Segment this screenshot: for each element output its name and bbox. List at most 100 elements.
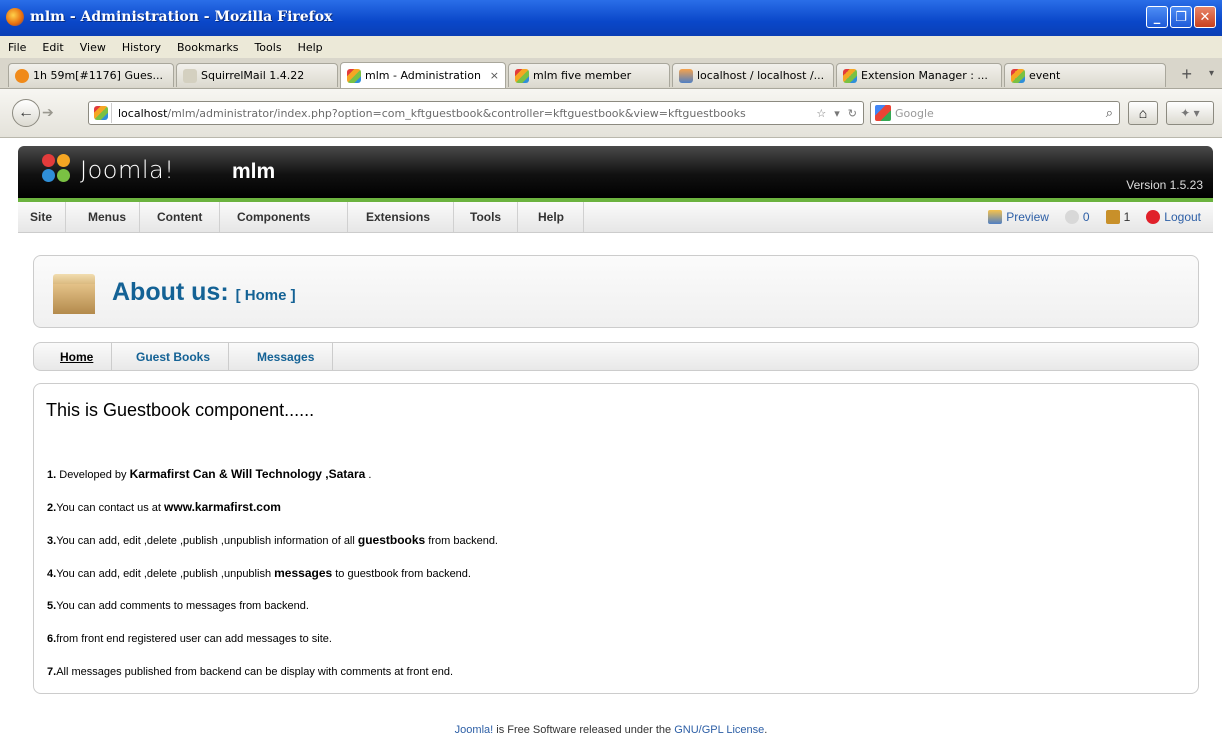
new-tab-button[interactable]: + <box>1181 64 1192 85</box>
menu-edit[interactable]: Edit <box>34 41 71 54</box>
tab-mlm-administration[interactable]: mlm - Administration × <box>340 62 506 88</box>
close-window-button[interactable]: ✕ <box>1194 6 1216 28</box>
squirrelmail-icon <box>183 68 197 83</box>
search-icon[interactable]: ⌕ <box>1106 106 1113 121</box>
menu-history[interactable]: History <box>114 41 169 54</box>
list-item: 1. Developed by Karmafirst Can & Will Te… <box>47 467 372 482</box>
tab-squirrelmail[interactable]: SquirrelMail 1.4.22 <box>176 63 338 87</box>
search-placeholder: Google <box>895 106 934 120</box>
footer-text: is Free Software released under the <box>493 724 675 736</box>
reload-icon[interactable]: ↻ <box>848 107 857 120</box>
tab-strip: 1h 59m[#1176] Gues... SquirrelMail 1.4.2… <box>0 58 1222 89</box>
content-panel: This is Guestbook component...... 1. Dev… <box>33 383 1199 694</box>
history-dropdown-icon[interactable]: ▾ <box>834 107 840 120</box>
admin-menu-components[interactable]: Components <box>220 202 348 232</box>
list-item: 3.You can add, edit ,delete ,publish ,un… <box>47 533 498 548</box>
component-submenu: Home Guest Books Messages <box>33 342 1199 371</box>
submenu-home[interactable]: Home <box>42 343 113 370</box>
firefox-icon <box>6 8 24 26</box>
joomla-link[interactable]: Joomla! <box>455 724 494 736</box>
tab-list-chevron-icon[interactable]: ▾ <box>1209 68 1214 79</box>
tab-close-icon[interactable]: × <box>484 69 499 82</box>
page-header-box: About us: [ Home ] <box>33 255 1199 328</box>
home-button[interactable]: ⌂ <box>1128 101 1158 125</box>
menu-bookmarks[interactable]: Bookmarks <box>169 41 246 54</box>
menu-tools[interactable]: Tools <box>246 41 289 54</box>
tab-guestbook-timer[interactable]: 1h 59m[#1176] Gues... <box>8 63 174 87</box>
messages-count[interactable]: 0 <box>1064 209 1090 225</box>
list-item: 6.from front end registered user can add… <box>47 633 332 645</box>
users-online-value: 1 <box>1123 209 1131 224</box>
admin-menu-content[interactable]: Content <box>140 202 220 232</box>
package-box-icon <box>53 274 95 314</box>
preview-link[interactable]: Preview <box>988 210 1049 225</box>
logout-icon <box>1146 210 1161 225</box>
clock-icon <box>15 68 29 83</box>
browser-menubar: File Edit View History Bookmarks Tools H… <box>0 36 1222 58</box>
preview-label: Preview <box>1006 209 1049 224</box>
tab-phpmyadmin[interactable]: localhost / localhost /... <box>672 63 834 87</box>
phpmyadmin-icon <box>679 68 693 83</box>
tab-event[interactable]: event <box>1004 63 1166 87</box>
maximize-button[interactable]: ❐ <box>1170 6 1192 28</box>
bookmark-star-icon[interactable]: ☆ <box>816 107 826 120</box>
back-arrow-icon: ← <box>18 104 34 121</box>
feature-list: 1. Developed by Karmafirst Can & Will Te… <box>47 468 498 699</box>
list-item: 4.You can add, edit ,delete ,publish ,un… <box>47 566 471 581</box>
list-item: 7.All messages published from backend ca… <box>47 666 454 678</box>
window-controls: _ ❐ ✕ <box>1146 6 1216 28</box>
admin-menu-menus[interactable]: Menus <box>66 202 140 232</box>
menu-help[interactable]: Help <box>290 41 331 54</box>
users-online: 1 <box>1105 209 1131 225</box>
page-title-text: About us: <box>112 278 229 306</box>
admin-menu-extensions[interactable]: Extensions <box>348 202 454 232</box>
content-heading: This is Guestbook component...... <box>46 400 315 420</box>
admin-menu-help[interactable]: Help <box>518 202 584 232</box>
address-bar[interactable]: localhost/mlm/administrator/index.php?op… <box>88 101 864 125</box>
logout-link[interactable]: Logout <box>1146 210 1201 225</box>
tab-label: Extension Manager : ... <box>861 69 988 82</box>
joomla-icon <box>347 68 361 83</box>
admin-menu-site[interactable]: Site <box>18 202 66 232</box>
joomla-logo-icon <box>42 154 72 184</box>
joomla-icon <box>843 68 857 83</box>
window-title: mlm - Administration - Mozilla Firefox <box>30 9 333 25</box>
forward-button[interactable]: ➔ <box>42 104 54 121</box>
gpl-license-link[interactable]: GNU/GPL License <box>674 724 764 736</box>
joomla-icon <box>94 106 108 120</box>
window-titlebar: mlm - Administration - Mozilla Firefox _… <box>0 0 1222 36</box>
menu-view[interactable]: View <box>72 41 114 54</box>
footer-end: . <box>764 724 768 736</box>
submenu-messages[interactable]: Messages <box>239 343 334 370</box>
tab-mlm-five-member[interactable]: mlm five member <box>508 63 670 87</box>
users-icon <box>1105 210 1120 225</box>
messages-count-value: 0 <box>1082 209 1090 224</box>
tab-label: event <box>1029 69 1061 82</box>
back-button[interactable]: ← <box>12 99 40 127</box>
submenu-guest-books[interactable]: Guest Books <box>118 343 230 370</box>
minimize-button[interactable]: _ <box>1146 6 1168 28</box>
list-item: 2.You can contact us at www.karmafirst.c… <box>47 500 281 515</box>
search-bar[interactable]: Google ⌕ <box>870 101 1120 125</box>
messages-icon <box>1064 210 1079 225</box>
page-title: About us: [ Home ] <box>112 278 296 307</box>
joomla-icon <box>515 68 529 83</box>
joomla-icon <box>1011 68 1025 83</box>
tab-label: 1h 59m[#1176] Gues... <box>33 69 163 82</box>
tab-label: localhost / localhost /... <box>697 69 825 82</box>
preview-icon <box>988 210 1003 225</box>
google-icon[interactable] <box>875 105 891 121</box>
tab-label: SquirrelMail 1.4.22 <box>201 69 305 82</box>
url-host: localhost <box>118 106 168 120</box>
tab-extension-manager[interactable]: Extension Manager : ... <box>836 63 1002 87</box>
site-name: mlm <box>232 160 276 183</box>
url-path: /mlm/administrator/index.php?option=com_… <box>167 106 746 120</box>
home-icon: ⌂ <box>1138 105 1148 121</box>
admin-menu-tools[interactable]: Tools <box>454 202 518 232</box>
admin-status: Preview 0 1 Logout <box>988 202 1201 232</box>
joomla-header: Joomla! mlm Version 1.5.23 <box>18 146 1213 198</box>
menu-file[interactable]: File <box>0 41 34 54</box>
addons-button[interactable]: ✦ ▾ <box>1166 101 1214 125</box>
site-identity-button[interactable] <box>91 103 112 123</box>
page-footer: Joomla! is Free Software released under … <box>0 724 1222 736</box>
